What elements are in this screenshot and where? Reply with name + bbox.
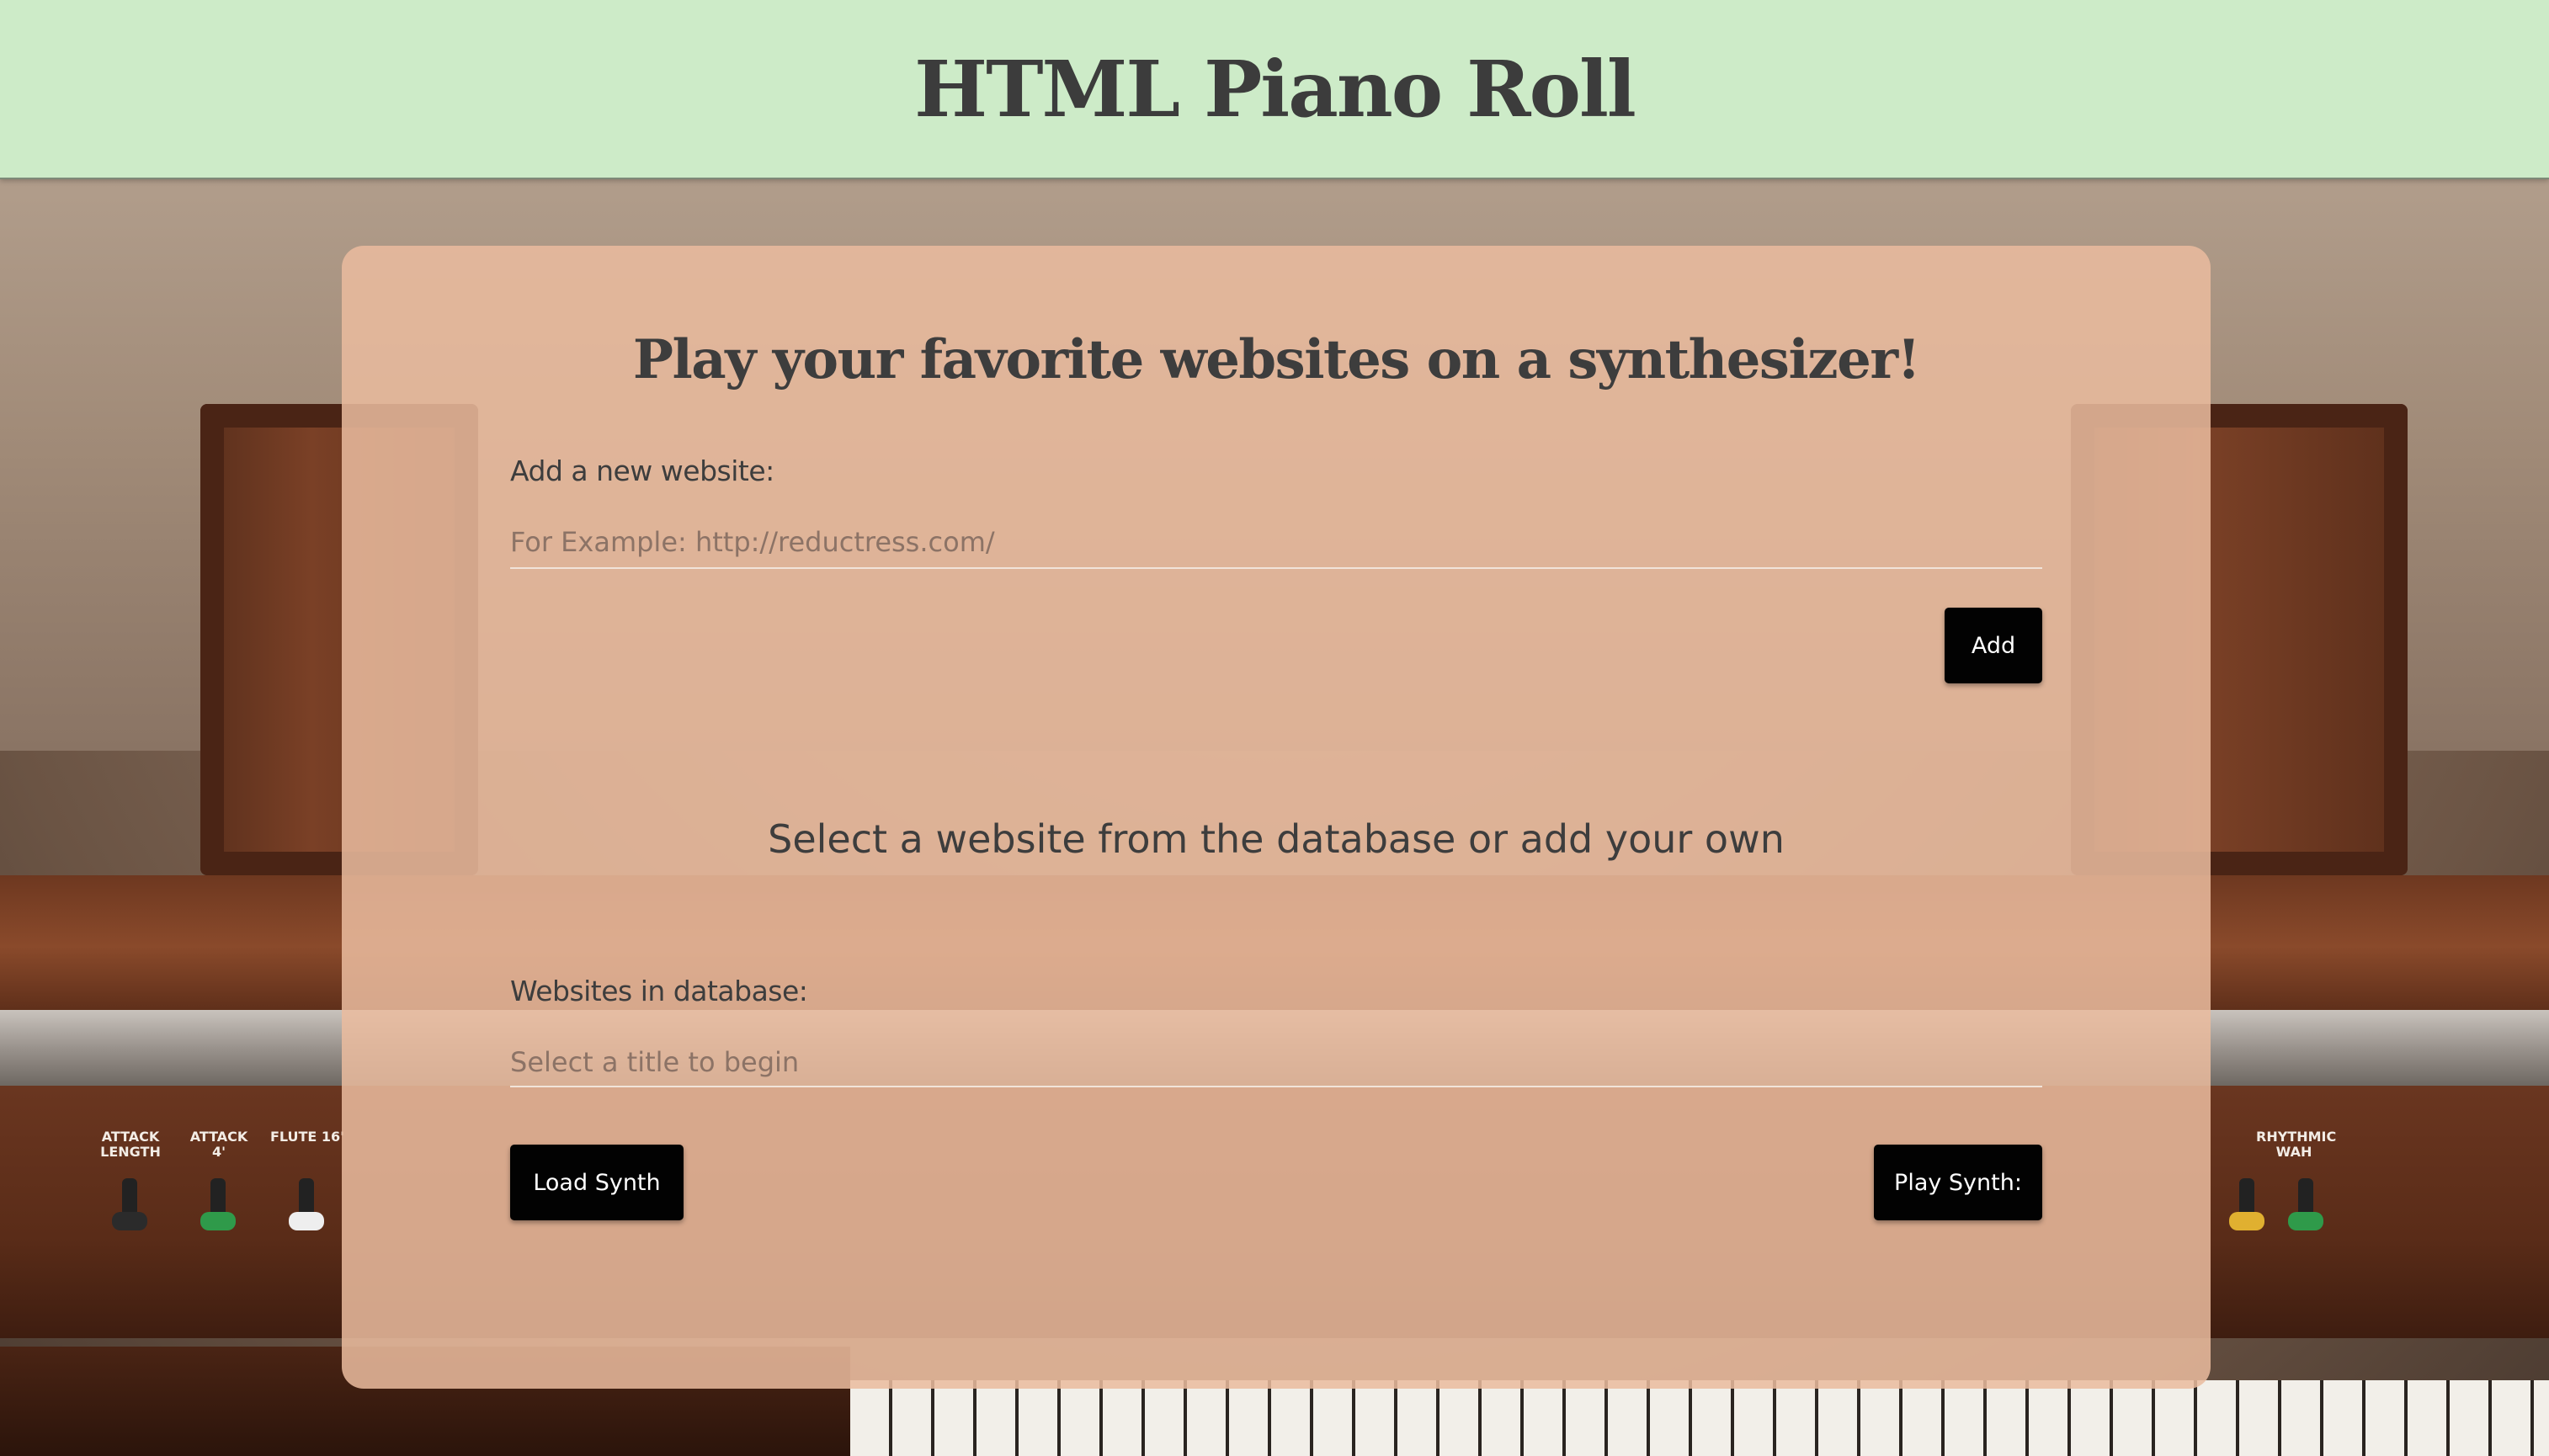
- background-knob: [112, 1178, 147, 1230]
- background-label: ATTACK 4': [189, 1129, 248, 1160]
- page-title: HTML Piano Roll: [914, 43, 1636, 135]
- database-label: Websites in database:: [510, 975, 808, 1007]
- add-website-button[interactable]: Add: [1945, 608, 2042, 683]
- background-knob: [200, 1178, 236, 1230]
- load-synth-button[interactable]: Load Synth: [510, 1145, 684, 1220]
- play-synth-button[interactable]: Play Synth:: [1874, 1145, 2042, 1220]
- background-keyboard: [850, 1380, 2549, 1456]
- background-label: RHYTHMIC WAH: [2256, 1129, 2337, 1160]
- website-url-input[interactable]: [510, 517, 2042, 569]
- background-knob: [2229, 1178, 2264, 1230]
- status-message: Select a website from the database or ad…: [768, 816, 1785, 862]
- background-knob: [289, 1178, 324, 1230]
- main-card: Play your favorite websites on a synthes…: [342, 246, 2211, 1389]
- background-label: FLUTE 16': [269, 1129, 345, 1145]
- background-label: ATTACK LENGTH: [100, 1129, 161, 1160]
- page: ATTACK LENGTH ATTACK 4' FLUTE 16' RHYTHM…: [0, 0, 2549, 1456]
- add-website-label: Add a new website:: [510, 454, 774, 487]
- background-knob: [2288, 1178, 2323, 1230]
- site-header: HTML Piano Roll: [0, 0, 2549, 179]
- website-select[interactable]: Select a title to begin: [510, 1039, 2042, 1087]
- card-headline: Play your favorite websites on a synthes…: [632, 328, 1921, 391]
